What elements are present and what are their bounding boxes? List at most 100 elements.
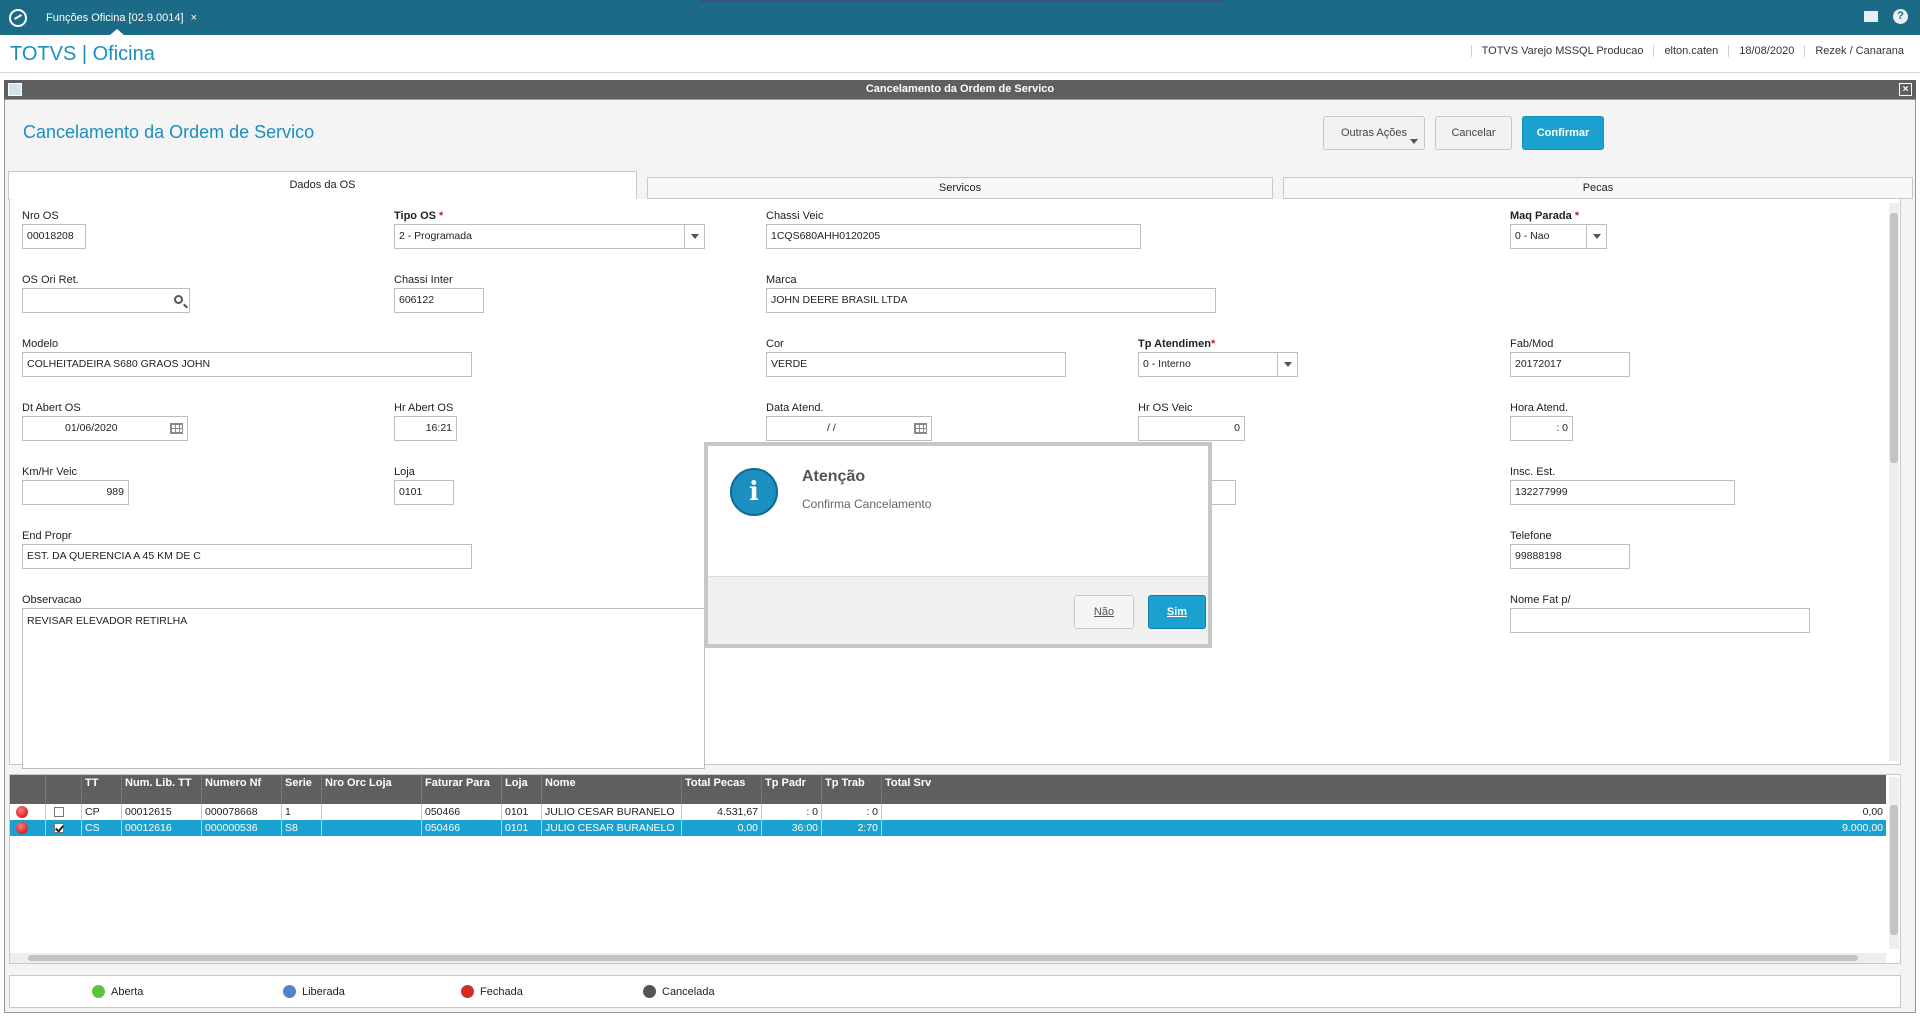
calendar-icon[interactable] (914, 423, 927, 434)
telefone-field[interactable]: 99888198 (1510, 544, 1630, 569)
faturar-para-cell: 050466 (422, 804, 502, 820)
faturar-para-cell: 050466 (422, 820, 502, 836)
col-serie[interactable]: Serie (282, 775, 322, 804)
yes-button[interactable]: Sim (1148, 595, 1206, 629)
grid-hscroll-thumb[interactable] (28, 955, 1858, 961)
maq-parada-select[interactable]: 0 - Nao (1510, 224, 1607, 249)
grid-horizontal-scrollbar[interactable] (10, 953, 1886, 963)
os-ori-ret-field[interactable] (22, 288, 190, 313)
tab-pecas[interactable]: Pecas (1283, 177, 1913, 199)
end-propr-field[interactable]: EST. DA QUERENCIA A 45 KM DE C (22, 544, 472, 569)
chevron-down-icon[interactable] (1586, 225, 1606, 248)
check-cell[interactable] (46, 820, 82, 836)
tt-cell: CS (82, 820, 122, 836)
table-row-selected[interactable]: CS 00012616 000000536 S8 050466 0101 JUL… (10, 820, 1886, 836)
legend-fechada: Fechada (461, 985, 523, 998)
tipo-os-label: Tipo OS * (394, 210, 443, 222)
tab-dados-os[interactable]: Dados da OS (8, 171, 637, 200)
chassi-inter-field[interactable]: 606122 (394, 288, 484, 313)
km-hr-veic-label: Km/Hr Veic (22, 466, 78, 478)
mail-icon[interactable] (1864, 11, 1878, 22)
fab-mod-field[interactable]: 20172017 (1510, 352, 1630, 377)
col-tt[interactable]: TT (82, 775, 122, 804)
numero-nf-cell: 000078668 (202, 804, 282, 820)
col-loja[interactable]: Loja (502, 775, 542, 804)
tipo-os-select[interactable]: 2 - Programada (394, 224, 705, 249)
chassi-veic-field[interactable]: 1CQS680AHH0120205 (766, 224, 1141, 249)
hr-abert-os-field[interactable]: 16:21 (394, 416, 457, 441)
window-title: Cancelamento da Ordem de Servico (865, 83, 1055, 95)
page-title: Cancelamento da Ordem de Servico (23, 122, 315, 142)
col-numero-nf[interactable]: Numero Nf (202, 775, 282, 804)
cor-field[interactable]: VERDE (766, 352, 1066, 377)
dt-abert-os-field[interactable]: 01/06/2020 (22, 416, 188, 441)
col-total-pecas[interactable]: Total Pecas (682, 775, 762, 804)
os-ori-ret-label: OS Ori Ret. (22, 274, 79, 286)
status-red-icon (16, 822, 28, 834)
red-dot-icon (461, 985, 474, 998)
tab-servicos[interactable]: Servicos (647, 177, 1273, 199)
dialog-message: Confirma Cancelamento (802, 497, 932, 511)
no-button[interactable]: Não (1074, 595, 1134, 629)
col-total-srv[interactable]: Total Srv (882, 775, 1886, 804)
km-hr-veic-field[interactable]: 989 (22, 480, 129, 505)
numero-nf-cell: 000000536 (202, 820, 282, 836)
nome-fat-field[interactable] (1510, 608, 1810, 633)
marca-label: Marca (766, 274, 797, 286)
form-scrollbar-thumb[interactable] (1890, 213, 1898, 463)
loja-field[interactable]: 0101 (394, 480, 454, 505)
legend-aberta: Aberta (92, 985, 143, 998)
row-checkbox[interactable] (54, 807, 64, 817)
tab-close-icon[interactable]: × (191, 12, 197, 24)
confirm-button[interactable]: Confirmar (1522, 116, 1604, 150)
col-tp-padr[interactable]: Tp Padr (762, 775, 822, 804)
window-icon (8, 83, 22, 96)
hr-os-veic-field[interactable]: 0 (1138, 416, 1245, 441)
col-nome[interactable]: Nome (542, 775, 682, 804)
gray-dot-icon (643, 985, 656, 998)
more-actions-label: Outras Ações (1340, 127, 1408, 139)
grid-header: TT Num. Lib. TT Numero Nf Serie Nro Orc … (10, 775, 1886, 804)
chevron-down-icon[interactable] (684, 225, 704, 248)
marca-field[interactable]: JOHN DEERE BRASIL LTDA (766, 288, 1216, 313)
tab-funcoes-oficina[interactable]: Funções Oficina [02.9.0014] × (38, 4, 205, 35)
more-actions-button[interactable]: Outras Ações (1323, 116, 1425, 150)
loja-cell: 0101 (502, 820, 542, 836)
cancel-button[interactable]: Cancelar (1435, 116, 1512, 150)
col-faturar-para[interactable]: Faturar Para (422, 775, 502, 804)
col-num-lib-tt[interactable]: Num. Lib. TT (122, 775, 202, 804)
status-cell (10, 820, 46, 836)
fab-mod-label: Fab/Mod (1510, 338, 1554, 350)
data-atend-field[interactable]: / / (766, 416, 932, 441)
modelo-field[interactable]: COLHEITADEIRA S680 GRAOS JOHN (22, 352, 472, 377)
form-scrollbar[interactable] (1889, 203, 1899, 761)
window-close-icon[interactable]: × (1899, 83, 1912, 96)
hora-atend-field[interactable]: : 0 (1510, 416, 1573, 441)
tp-atendimen-select[interactable]: 0 - Interno (1138, 352, 1298, 377)
grid-vertical-scrollbar[interactable] (1889, 777, 1899, 949)
legend-label: Aberta (111, 986, 144, 998)
row-checkbox-checked[interactable] (54, 823, 64, 833)
col-tp-trab[interactable]: Tp Trab (822, 775, 882, 804)
table-row[interactable]: CP 00012615 000078668 1 050466 0101 JULI… (10, 804, 1886, 820)
col-nro-orc-loja[interactable]: Nro Orc Loja (322, 775, 422, 804)
chevron-down-icon[interactable] (1277, 353, 1297, 376)
branch-label[interactable]: Rezek / Canarana (1804, 45, 1914, 57)
nro-os-field[interactable]: 00018208 (22, 224, 86, 249)
search-icon[interactable] (174, 295, 183, 304)
check-cell[interactable] (46, 804, 82, 820)
grid-scrollbar-thumb[interactable] (1890, 805, 1898, 935)
green-dot-icon (92, 985, 105, 998)
legend-cancelada: Cancelada (643, 985, 715, 998)
observacao-textarea[interactable]: REVISAR ELEVADOR RETIRLHA (22, 608, 705, 769)
required-mark: * (1210, 338, 1216, 350)
dt-abert-os-label: Dt Abert OS (22, 402, 81, 414)
serie-cell: 1 (282, 804, 322, 820)
help-icon[interactable]: ? (1893, 9, 1908, 24)
calendar-icon[interactable] (170, 423, 183, 434)
chassi-inter-label: Chassi Inter (394, 274, 453, 286)
totvs-logo-icon[interactable] (9, 9, 27, 27)
legend-label: Cancelada (662, 986, 715, 998)
tab-title: Funções Oficina [02.9.0014] (46, 12, 184, 24)
insc-est-field[interactable]: 132277999 (1510, 480, 1735, 505)
